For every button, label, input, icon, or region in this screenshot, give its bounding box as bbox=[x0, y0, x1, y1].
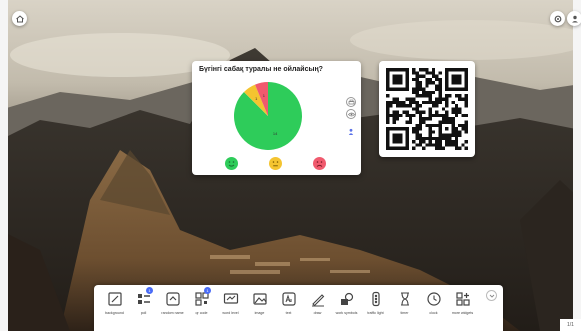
classroom-screen: Бүгінгі сабақ туралы не ойлайсың? 14 1 1 b… bbox=[0, 0, 581, 331]
draw-icon bbox=[310, 291, 326, 307]
poll-question: Бүгінгі сабақ туралы не ойлайсың? bbox=[199, 66, 323, 73]
toolbar-collapse-button[interactable] bbox=[486, 290, 497, 301]
toolbar-item-label: more widgets bbox=[451, 311, 474, 315]
qr-code-image bbox=[386, 68, 468, 150]
printer-icon bbox=[348, 99, 354, 104]
toolbar-item-label: work symbols bbox=[335, 311, 358, 315]
toolbar-item-label: word level bbox=[222, 311, 239, 315]
toolbar-item-more-widgets[interactable]: more widgets bbox=[448, 285, 477, 315]
toolbar-item-clock[interactable]: clock bbox=[419, 285, 448, 315]
toolbar-item-label: text bbox=[285, 311, 292, 315]
toolbar-item-timer[interactable]: timer bbox=[390, 285, 419, 315]
settings-button[interactable] bbox=[550, 11, 565, 26]
poll-results-pie: 1411 bbox=[234, 82, 302, 150]
toolbar-item-label: image bbox=[254, 311, 265, 315]
toolbar-item-label: qr code bbox=[195, 311, 208, 315]
image-icon bbox=[252, 291, 268, 307]
toolbar-item-draw[interactable]: draw bbox=[303, 285, 332, 315]
home-icon bbox=[15, 14, 24, 22]
word-level-icon bbox=[223, 291, 239, 307]
participants-icon bbox=[347, 121, 355, 135]
toolbar-item-poll[interactable]: poll 1 bbox=[129, 285, 158, 315]
toolbar-item-label: timer bbox=[400, 311, 409, 315]
toolbar-item-label: draw bbox=[313, 311, 322, 315]
toolbar-item-traffic-light[interactable]: traffic light bbox=[361, 285, 390, 315]
page-indicator: 1/1 bbox=[560, 319, 581, 331]
toolbar-item-qr-code[interactable]: qr code 1 bbox=[187, 285, 216, 315]
reaction-sad-button[interactable] bbox=[313, 157, 326, 170]
poll-visibility-button[interactable] bbox=[346, 109, 356, 119]
widget-toolbar: background poll 1 random name qr code 1 word l… bbox=[94, 285, 503, 331]
toolbar-item-image[interactable]: image bbox=[245, 285, 274, 315]
reaction-neutral-button[interactable] bbox=[269, 157, 282, 170]
user-icon bbox=[571, 15, 578, 22]
eye-icon bbox=[347, 112, 355, 116]
toolbar-item-label: poll bbox=[140, 311, 147, 315]
toolbar-item-label: clock bbox=[429, 311, 438, 315]
toolbar-item-label: traffic light bbox=[367, 311, 384, 315]
right-frame bbox=[573, 0, 581, 331]
qr-code-widget[interactable] bbox=[379, 61, 475, 157]
neutral-face-icon bbox=[269, 157, 282, 170]
toolbar-item-work-symbols[interactable]: work symbols bbox=[332, 285, 361, 315]
gear-icon bbox=[554, 15, 561, 22]
toolbar-item-text[interactable]: text bbox=[274, 285, 303, 315]
toolbar-item-random-name[interactable]: random name bbox=[158, 285, 187, 315]
toolbar-badge: 1 bbox=[204, 287, 211, 294]
toolbar-item-label: background bbox=[105, 311, 124, 315]
home-button[interactable] bbox=[12, 11, 27, 26]
toolbar-item-word-level[interactable]: word level bbox=[216, 285, 245, 315]
happy-face-icon bbox=[225, 157, 238, 170]
chevron-down-icon bbox=[489, 294, 494, 298]
more-widgets-icon bbox=[455, 291, 471, 307]
clock-icon bbox=[426, 291, 442, 307]
sad-face-icon bbox=[313, 157, 326, 170]
toolbar-item-label: random name bbox=[161, 311, 184, 315]
traffic-light-icon bbox=[368, 291, 384, 307]
text-icon bbox=[281, 291, 297, 307]
timer-icon bbox=[397, 291, 413, 307]
account-button[interactable] bbox=[567, 11, 581, 26]
work-symbols-icon bbox=[339, 291, 355, 307]
background-icon bbox=[107, 291, 123, 307]
poll-tools bbox=[345, 97, 357, 135]
poll-print-button[interactable] bbox=[346, 97, 356, 107]
random-name-icon bbox=[165, 291, 181, 307]
reaction-happy-button[interactable] bbox=[225, 157, 238, 170]
toolbar-badge: 1 bbox=[146, 287, 153, 294]
toolbar-item-background[interactable]: background bbox=[100, 285, 129, 315]
poll-widget[interactable]: Бүгінгі сабақ туралы не ойлайсың? 14 1 1 bbox=[192, 61, 361, 175]
pie-slice-label-0: 14 bbox=[273, 131, 278, 136]
left-frame bbox=[0, 0, 8, 331]
